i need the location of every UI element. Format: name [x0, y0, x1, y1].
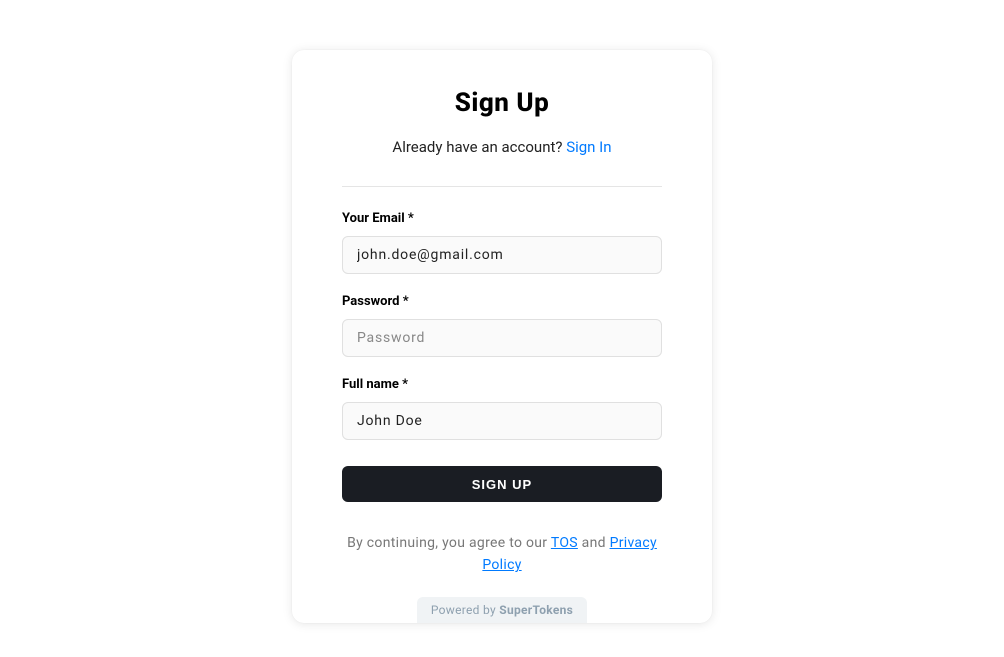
terms-text: By continuing, you agree to our TOS and …	[342, 532, 662, 577]
signup-card: Sign Up Already have an account? Sign In…	[292, 50, 712, 623]
email-label: Your Email *	[342, 211, 662, 226]
powered-by-prefix: Powered by	[431, 603, 499, 617]
email-group: Your Email *	[342, 211, 662, 274]
fullname-field[interactable]	[342, 402, 662, 440]
terms-mid: and	[582, 535, 610, 551]
subtitle-text: Already have an account?	[392, 138, 566, 156]
password-group: Password *	[342, 294, 662, 357]
signup-button[interactable]: SIGN UP	[342, 466, 662, 502]
tos-link[interactable]: TOS	[551, 535, 578, 551]
email-field[interactable]	[342, 236, 662, 274]
terms-prefix: By continuing, you agree to our	[347, 535, 551, 551]
divider	[342, 186, 662, 187]
powered-by-badge[interactable]: Powered by SuperTokens	[417, 597, 587, 623]
subtitle: Already have an account? Sign In	[342, 138, 662, 156]
password-label: Password *	[342, 294, 662, 309]
signin-link[interactable]: Sign In	[566, 138, 611, 156]
powered-by-brand: SuperTokens	[499, 603, 573, 617]
fullname-label: Full name *	[342, 377, 662, 392]
password-field[interactable]	[342, 319, 662, 357]
fullname-group: Full name *	[342, 377, 662, 440]
page-title: Sign Up	[342, 88, 662, 118]
